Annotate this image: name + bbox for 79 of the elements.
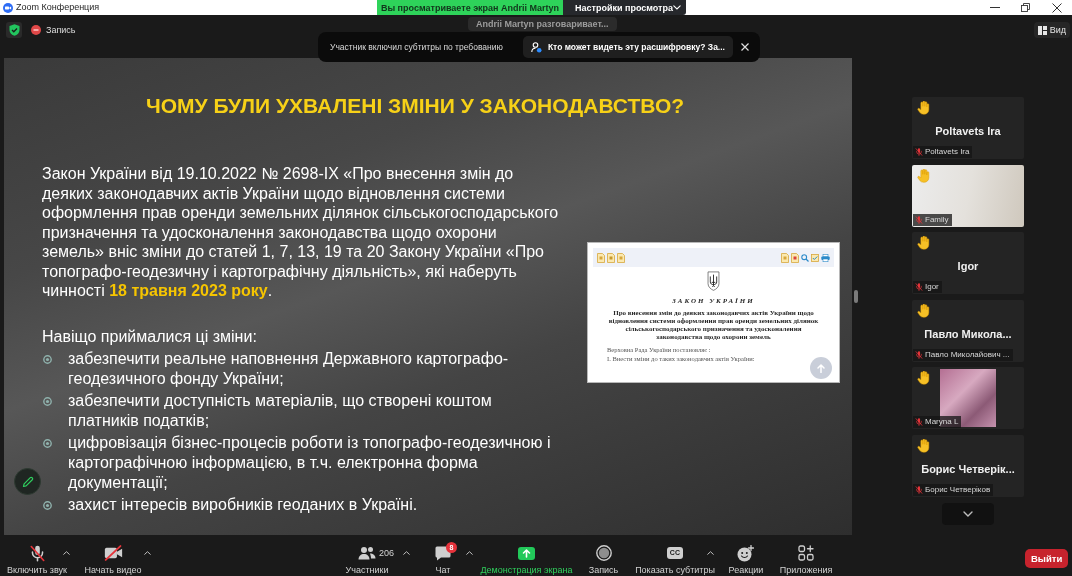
participant-name: Павло Микола... — [924, 327, 1012, 340]
chevron-down-icon — [963, 510, 973, 517]
record-button[interactable]: Запись — [581, 535, 626, 576]
bullet-text: забезпечити реальне наповнення Державного картографо-геодезичного фонду України; — [68, 349, 510, 389]
participant-count: 206 — [379, 547, 395, 559]
chevron-up-icon — [466, 550, 473, 555]
annotate-button[interactable] — [14, 468, 41, 495]
grid-plus-icon — [798, 545, 814, 561]
view-button[interactable]: Вид — [1033, 22, 1070, 38]
unmute-button[interactable]: Включить звук — [0, 535, 74, 576]
shield-check-icon — [8, 24, 20, 36]
smiley-plus-icon — [737, 544, 755, 562]
participant-label: Павло Миколайович ... — [925, 348, 1010, 361]
bullet-text: забезпечити доступність матеріалів, що створені коштом платників податків; — [68, 391, 493, 431]
participant-label: Maryna L — [925, 416, 959, 428]
slide-title: ЧОМУ БУЛИ УХВАЛЕНІ ЗМІНИ У ЗАКОНОДАВСТВО? — [144, 94, 686, 118]
bullet-text: захист інтересів виробників геоданих в Україні. — [68, 495, 419, 515]
close-icon — [1051, 2, 1062, 13]
bullet-icon — [43, 396, 52, 406]
bullet-text: цифровізація бізнес-процесів роботи із топографо-геодезичною і картографічною інформацією, в т.ч. електронна форма документації; — [68, 433, 552, 493]
options-caret-button[interactable] — [143, 548, 152, 557]
arrow-up-icon — [817, 363, 825, 373]
minimize-icon — [989, 7, 1000, 8]
viewing-banner: Вы просматриваете экран Andrii Martyn — [377, 0, 563, 15]
chat-bubble-icon — [435, 545, 451, 561]
person-icon — [530, 41, 542, 53]
speaker-indicator: Andrii Martyn разговаривает... — [468, 17, 617, 31]
record-dot-icon — [31, 25, 41, 35]
participant-name: Борис Четверік... — [921, 462, 1015, 475]
checklist-icon — [811, 253, 819, 262]
participants-button[interactable]: 206 Участники — [332, 535, 402, 576]
file-icon — [781, 252, 789, 263]
chevron-up-icon — [707, 550, 714, 555]
start-video-button[interactable]: Начать видео — [77, 535, 149, 576]
share-screen-button[interactable]: Демонстрация экрана — [473, 535, 580, 576]
bullet-icon — [43, 354, 52, 364]
options-caret-button[interactable] — [62, 548, 71, 557]
recording-label: Запись — [46, 24, 76, 37]
printer-icon — [821, 253, 830, 262]
options-caret-button[interactable] — [465, 548, 474, 557]
bullet-icon — [43, 438, 52, 448]
participant-label: Poltavets Ira — [925, 146, 970, 158]
file-icon — [597, 252, 605, 263]
participant-name: Poltavets Ira — [935, 125, 1001, 137]
pencil-icon — [21, 475, 34, 488]
options-caret-button[interactable] — [706, 548, 715, 557]
security-button[interactable] — [6, 22, 22, 38]
arrow-up-square-icon — [518, 546, 535, 560]
participant-label: Family — [925, 213, 949, 226]
participant-label: Igor — [925, 281, 939, 293]
record-icon — [595, 545, 612, 561]
bullet-icon — [43, 500, 52, 510]
file-icon — [791, 252, 799, 263]
chevron-up-icon — [63, 550, 70, 555]
view-options-button[interactable]: Настройки просмотра — [563, 0, 686, 15]
people-icon — [358, 546, 376, 560]
participant-label: Борис Четверіков — [925, 483, 991, 496]
chevron-down-icon — [673, 5, 681, 10]
close-icon — [741, 43, 749, 51]
trident-emblem-icon — [707, 271, 720, 291]
chevron-up-icon — [403, 550, 410, 555]
reactions-button[interactable]: Реакции — [721, 535, 771, 576]
layout-icon — [1037, 25, 1047, 35]
leave-button[interactable]: Выйти — [1025, 549, 1068, 568]
list-heading: Навіщо приймалися ці зміни: — [42, 327, 258, 347]
participant-name: Igor — [957, 260, 979, 272]
restore-icon — [1021, 3, 1030, 12]
apps-button[interactable]: Приложения — [772, 535, 840, 576]
slide-paragraph: Закон України від 19.10.2022 № 2698-IX «Про внесення змін до деяких законодавчих актів України щодо відновлення системи оформлення прав оренди земельних ділянок сільськогосподарського призначення та удосконалення законодавства щодо охорони земель» вніс зміни до статей 1, 7, 13, 19 та 20 Закону України «Про топографо-геодезичну і картографічну діяльність», які наберуть чинності 18 травня 2023 року. — [42, 164, 559, 301]
file-icon — [617, 252, 625, 263]
scroll-down-button[interactable] — [942, 502, 994, 525]
transcript-info-button[interactable]: Кто может видеть эту расшифровку? За... — [522, 36, 733, 58]
chevron-up-icon — [144, 550, 151, 555]
window-title: Zoom Конференция — [16, 2, 100, 13]
notification-message: Участник включил субтитры по требованию — [330, 42, 503, 52]
options-caret-button[interactable] — [402, 548, 411, 557]
search-icon — [801, 253, 809, 262]
resize-handle[interactable] — [854, 290, 858, 303]
file-icon — [607, 252, 615, 263]
